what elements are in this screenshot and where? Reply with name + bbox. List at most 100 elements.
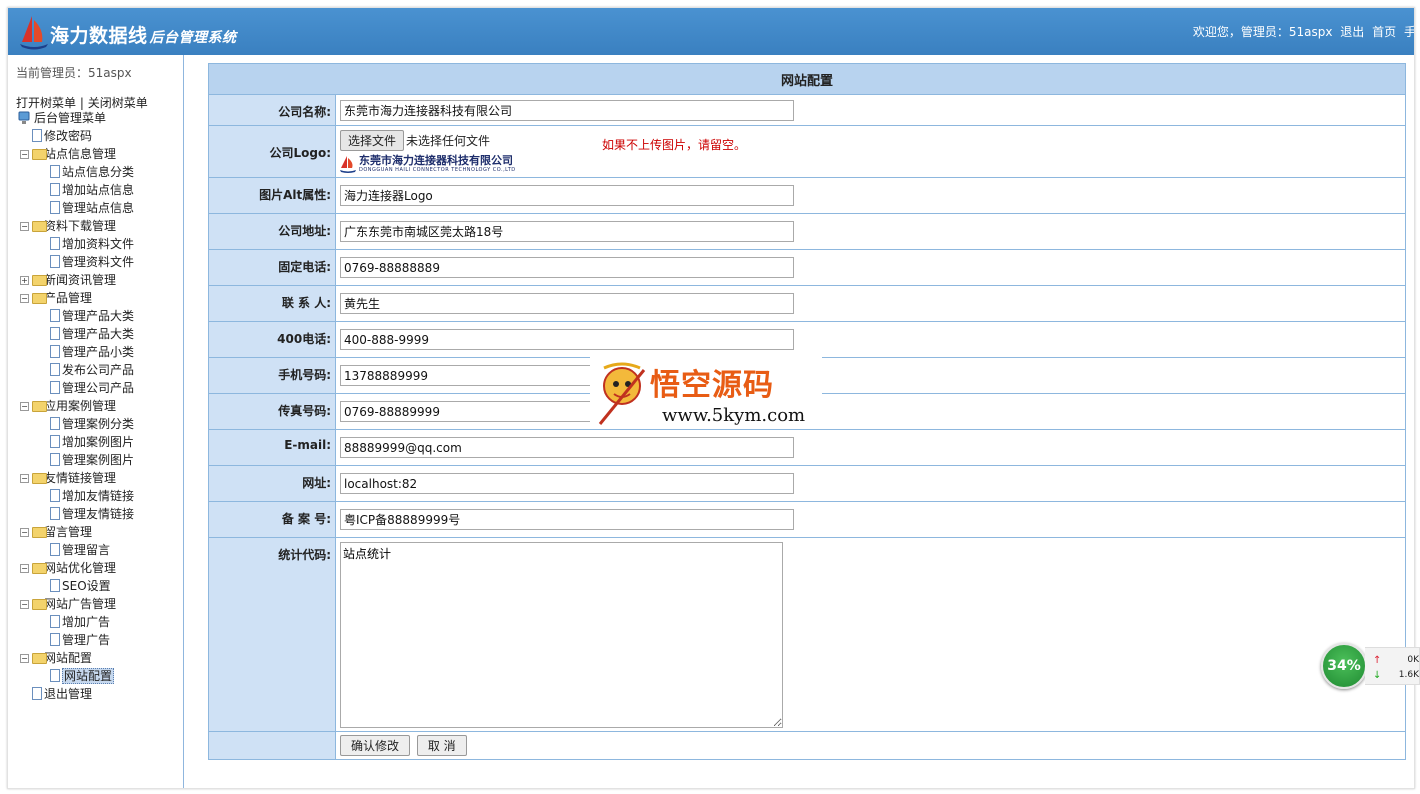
download-arrow-icon: ↓ (1373, 670, 1382, 681)
address-input[interactable] (340, 221, 794, 242)
tree-group[interactable]: − 网站配置 (16, 649, 184, 667)
tree-group[interactable]: − 资料下载管理 (16, 217, 184, 235)
tree-group[interactable]: + 新闻资讯管理 (16, 271, 184, 289)
choose-file-button[interactable]: 选择文件 (340, 130, 405, 151)
tree-item[interactable]: 管理产品小类 (16, 343, 184, 361)
tree-item-label: 退出管理 (44, 687, 93, 701)
address-label: 公司地址: (208, 213, 336, 250)
menu-tree: 后台管理菜单 修改密码 − 站点信息管理站点信息分类 增加站点信息 管理站点信息 − 资料… (16, 109, 184, 703)
upload-hint: 如果不上传图片，请留空。 (602, 138, 747, 152)
tree-item[interactable]: 增加站点信息 (16, 181, 184, 199)
network-speed-widget[interactable]: 34% ↑ 0K ↓ 1.6K (1321, 643, 1420, 689)
collapse-toggle-icon[interactable]: − (20, 294, 29, 303)
tree-item-logout[interactable]: 退出管理 (16, 685, 184, 703)
speed-percent[interactable]: 34% (1321, 643, 1367, 689)
tree-item[interactable]: SEO设置 (16, 577, 184, 595)
tree-item-label: 增加资料文件 (62, 237, 135, 251)
tree-item[interactable]: 管理友情链接 (16, 505, 184, 523)
tree-item-label: 增加友情链接 (62, 489, 135, 503)
tree-item[interactable]: 管理产品大类 (16, 307, 184, 325)
tree-item[interactable]: 管理案例分类 (16, 415, 184, 433)
tree-item-label: 管理留言 (62, 543, 111, 557)
tree-group-label: 新闻资讯管理 (44, 273, 117, 287)
cancel-button[interactable]: 取 消 (416, 735, 467, 756)
tree-group[interactable]: − 应用案例管理 (16, 397, 184, 415)
page-icon (50, 309, 60, 322)
close-tree-link[interactable]: 关闭树菜单 (88, 96, 148, 110)
page-icon (50, 579, 60, 592)
tree-item[interactable]: 管理案例图片 (16, 451, 184, 469)
tree-item[interactable]: 管理广告 (16, 631, 184, 649)
email-input[interactable] (340, 437, 794, 458)
collapse-toggle-icon[interactable]: − (20, 150, 29, 159)
watermark-title: 悟空源码 (650, 368, 774, 403)
tree-item[interactable]: 增加案例图片 (16, 433, 184, 451)
tree-separator: | (79, 96, 84, 110)
tree-item-label: 管理产品大类 (62, 309, 135, 323)
page-icon (32, 129, 42, 142)
tree-group[interactable]: − 网站优化管理 (16, 559, 184, 577)
tree-item[interactable]: 管理站点信息 (16, 199, 184, 217)
tree-item-label: 管理资料文件 (62, 255, 135, 269)
page-icon (50, 327, 60, 340)
alt-label: 图片Alt属性: (208, 177, 336, 214)
alt-input[interactable] (340, 185, 794, 206)
collapse-toggle-icon[interactable]: − (20, 600, 29, 609)
tree-item[interactable]: 管理公司产品 (16, 379, 184, 397)
tree-item-label: 管理案例分类 (62, 417, 135, 431)
company-name-input[interactable] (340, 99, 794, 121)
home-link[interactable]: 首页 (1372, 25, 1396, 39)
tree-item[interactable]: 管理留言 (16, 541, 184, 559)
collapse-toggle-icon[interactable]: − (20, 528, 29, 537)
tree-item[interactable]: 增加友情链接 (16, 487, 184, 505)
collapse-toggle-icon[interactable]: − (20, 222, 29, 231)
tree-item[interactable]: 发布公司产品 (16, 361, 184, 379)
contact-input[interactable] (340, 293, 794, 314)
tree-group-label: 友情链接管理 (44, 471, 117, 485)
page-icon (32, 687, 42, 700)
tree-item[interactable]: 网站配置 (16, 667, 184, 685)
tree-item-label: 网站配置 (62, 668, 115, 684)
tree-group-label: 站点信息管理 (44, 147, 117, 161)
page-icon (50, 165, 60, 178)
folder-icon (32, 527, 47, 538)
confirm-button[interactable]: 确认修改 (340, 735, 411, 756)
collapse-toggle-icon[interactable]: − (20, 564, 29, 573)
collapse-toggle-icon[interactable]: − (20, 654, 29, 663)
tree-item[interactable]: 增加广告 (16, 613, 184, 631)
collapse-toggle-icon[interactable]: − (20, 474, 29, 483)
tree-group[interactable]: − 留言管理 (16, 523, 184, 541)
stats-textarea[interactable]: 站点统计 (340, 542, 783, 728)
tree-group[interactable]: − 友情链接管理 (16, 469, 184, 487)
expand-toggle-icon[interactable]: + (20, 276, 29, 285)
watermark: 悟空源码 www.5kym.com (590, 356, 822, 428)
phone-input[interactable] (340, 257, 794, 278)
logout-link[interactable]: 退出 (1340, 25, 1364, 39)
tree-group[interactable]: − 站点信息管理 (16, 145, 184, 163)
tree-item-change-password[interactable]: 修改密码 (16, 127, 184, 145)
tree-item[interactable]: 管理产品大类 (16, 325, 184, 343)
icp-input[interactable] (340, 509, 794, 530)
collapse-toggle-icon[interactable]: − (20, 402, 29, 411)
monkey-king-icon (598, 362, 646, 425)
upload-value: 0K (1407, 655, 1419, 665)
truncated-link[interactable]: 手 (1404, 25, 1414, 39)
tree-item-label: 修改密码 (44, 129, 93, 143)
page-icon (50, 435, 60, 448)
url-label: 网址: (208, 465, 336, 502)
tree-group[interactable]: − 网站广告管理 (16, 595, 184, 613)
tree-root[interactable]: 后台管理菜单 (16, 109, 184, 127)
page-icon (50, 669, 60, 682)
open-tree-link[interactable]: 打开树菜单 (16, 96, 76, 110)
speed-panel: ↑ 0K ↓ 1.6K (1365, 647, 1420, 685)
company-name-label: 公司名称: (208, 94, 336, 126)
tree-item[interactable]: 管理资料文件 (16, 253, 184, 271)
hotline-input[interactable] (340, 329, 794, 350)
tree-item[interactable]: 增加资料文件 (16, 235, 184, 253)
tree-group[interactable]: − 产品管理 (16, 289, 184, 307)
icp-label: 备 案 号: (208, 501, 336, 538)
page-icon (50, 201, 60, 214)
tree-item[interactable]: 站点信息分类 (16, 163, 184, 181)
page-icon (50, 507, 60, 520)
url-input[interactable] (340, 473, 794, 494)
